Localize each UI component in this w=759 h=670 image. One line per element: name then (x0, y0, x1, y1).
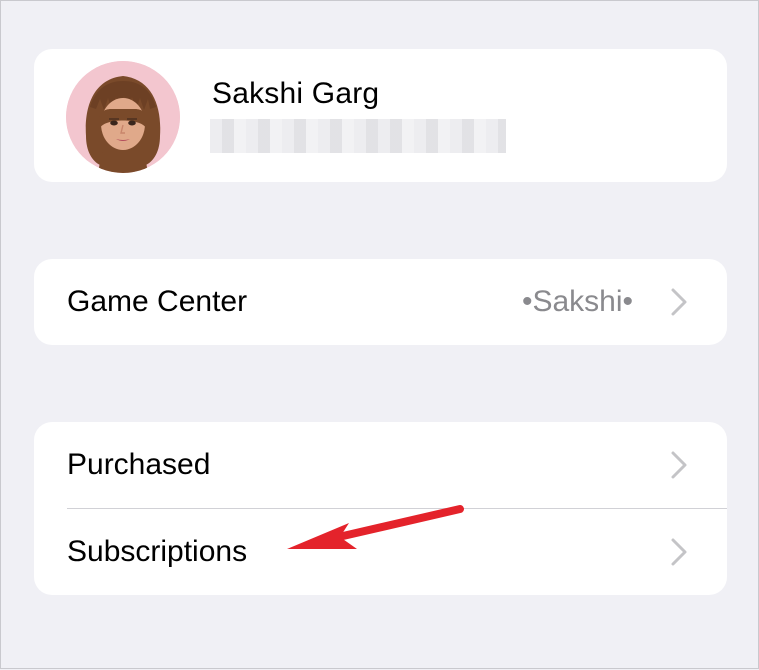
chevron-right-icon (671, 451, 687, 479)
profile-name: Sakshi Garg (212, 77, 380, 110)
game-center-row[interactable]: Game Center •Sakshi• (34, 259, 727, 345)
game-center-value: •Sakshi• (521, 285, 633, 318)
subscriptions-label: Subscriptions (67, 535, 248, 568)
profile-email-redacted (210, 119, 506, 153)
game-center-card[interactable]: Game Center •Sakshi• (34, 259, 727, 345)
subscriptions-row[interactable]: Subscriptions (34, 509, 727, 595)
chevron-right-icon (671, 288, 687, 316)
profile-card[interactable]: Sakshi Garg (34, 49, 727, 182)
redacted-block (282, 119, 378, 153)
purchased-label: Purchased (67, 448, 211, 481)
memoji-avatar-icon (66, 61, 180, 173)
avatar (66, 61, 180, 173)
redacted-block (378, 119, 506, 153)
chevron-right-icon (671, 538, 687, 566)
redacted-block (210, 119, 282, 153)
purchases-card: Purchased Subscriptions (34, 422, 727, 595)
purchased-row[interactable]: Purchased (34, 422, 727, 508)
game-center-label: Game Center (67, 285, 248, 318)
